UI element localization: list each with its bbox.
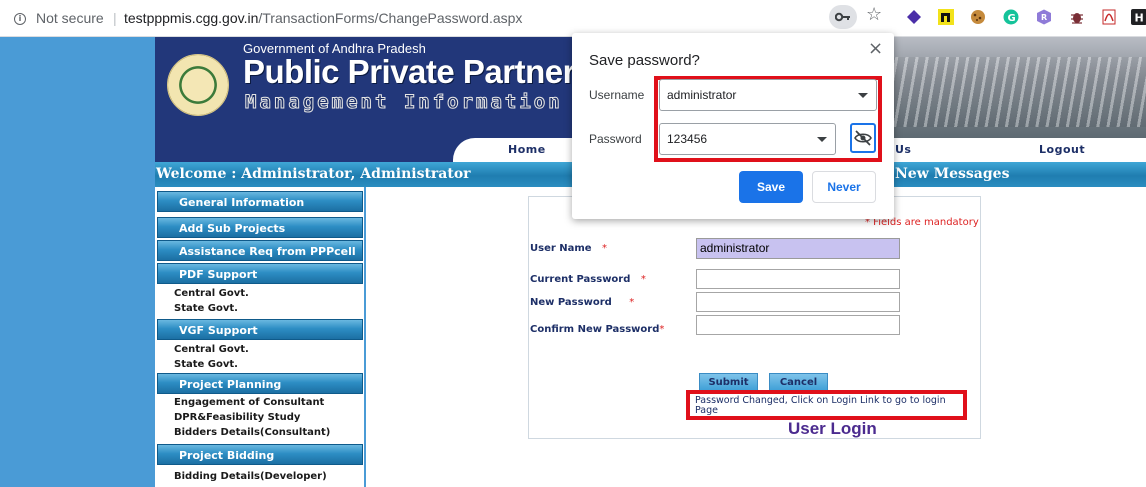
current-password-label-text: Current Password xyxy=(530,274,631,285)
confirm-password-label: Confirm New Password* xyxy=(530,324,664,335)
dialog-title: Save password? xyxy=(589,52,700,69)
extension-h-icon[interactable]: H xyxy=(1131,9,1146,25)
new-password-label: New Password * xyxy=(530,297,634,308)
required-mark: * xyxy=(640,274,646,285)
required-mark: * xyxy=(629,297,635,308)
new-password-label-text: New Password xyxy=(530,297,612,308)
extension-grammarly-icon[interactable]: G xyxy=(1003,9,1019,25)
confirm-password-label-text: Confirm New Password xyxy=(530,324,660,335)
extension-cookie-icon[interactable] xyxy=(970,9,986,25)
save-button[interactable]: Save xyxy=(739,171,803,203)
address-bar[interactable]: i Not secure | testpppmis.cgg.gov.in/Tra… xyxy=(0,4,892,33)
menu-label: VGF Support xyxy=(179,324,258,337)
chevron-down-icon xyxy=(858,93,868,98)
menu-pdf-support[interactable]: PDF Support xyxy=(157,263,363,284)
chevron-down-icon xyxy=(817,137,827,142)
nav-logout[interactable]: Logout xyxy=(1039,143,1085,156)
svg-text:G: G xyxy=(1008,13,1016,24)
user-login-link[interactable]: User Login xyxy=(788,419,877,439)
site-subtitle: Management Information Sy xyxy=(245,91,606,114)
username-select[interactable]: administrator xyxy=(659,79,877,111)
new-messages-link[interactable]: New Messages xyxy=(895,166,1009,182)
toggle-password-visibility-button[interactable] xyxy=(850,123,876,153)
vgf-state-govt-link[interactable]: State Govt. xyxy=(174,359,238,370)
menu-label: Add Sub Projects xyxy=(179,222,286,235)
password-label: Password xyxy=(589,132,642,146)
info-icon[interactable]: i xyxy=(14,13,26,25)
browser-toolbar: i Not secure | testpppmis.cgg.gov.in/Tra… xyxy=(0,0,1146,37)
not-secure-label[interactable]: Not secure xyxy=(36,10,104,26)
url-text[interactable]: testpppmis.cgg.gov.in/TransactionForms/C… xyxy=(124,10,522,26)
current-password-field[interactable] xyxy=(696,269,900,289)
nav-contact-us[interactable]: Us xyxy=(895,143,911,156)
vgf-central-govt-link[interactable]: Central Govt. xyxy=(174,344,249,355)
password-value: 123456 xyxy=(667,132,708,146)
extension-hexagon-icon[interactable]: R xyxy=(1036,9,1052,25)
engagement-of-consultant-link[interactable]: Engagement of Consultant xyxy=(174,397,324,408)
confirm-password-field[interactable] xyxy=(696,315,900,335)
extension-pdf-icon[interactable] xyxy=(1101,9,1117,25)
menu-label: Assistance Req from PPPcell xyxy=(179,245,356,258)
nav-home[interactable]: Home xyxy=(508,143,546,156)
site-title: Public Private Partners xyxy=(243,53,593,90)
password-select[interactable]: 123456 xyxy=(659,123,836,155)
menu-project-bidding[interactable]: Project Bidding xyxy=(157,444,363,465)
key-icon[interactable] xyxy=(829,5,857,29)
menu-label: PDF Support xyxy=(179,268,258,281)
never-button[interactable]: Never xyxy=(812,171,876,203)
close-icon[interactable]: × xyxy=(868,38,883,59)
menu-label: Project Planning xyxy=(179,378,282,391)
url-path: /TransactionForms/ChangePassword.aspx xyxy=(258,10,523,26)
svg-text:H: H xyxy=(1135,12,1144,25)
menu-label: Project Bidding xyxy=(179,449,275,462)
extension-diamond-icon[interactable] xyxy=(906,9,922,25)
new-password-field[interactable] xyxy=(696,292,900,312)
menu-assistance-req[interactable]: Assistance Req from PPPcell xyxy=(157,240,363,261)
extension-bug-icon[interactable] xyxy=(1069,9,1085,25)
menu-add-sub-projects[interactable]: Add Sub Projects xyxy=(157,217,363,238)
eye-off-icon xyxy=(854,130,872,146)
menu-vgf-support[interactable]: VGF Support xyxy=(157,319,363,340)
current-password-label: Current Password * xyxy=(530,274,646,285)
page-left-margin xyxy=(0,37,155,487)
url-separator: | xyxy=(113,10,117,26)
bidding-details-developer-link[interactable]: Bidding Details(Developer) xyxy=(174,471,327,482)
pdf-state-govt-link[interactable]: State Govt. xyxy=(174,303,238,314)
menu-project-planning[interactable]: Project Planning xyxy=(157,373,363,394)
menu-label: General Information xyxy=(179,196,305,209)
status-message-highlight: Password Changed, Click on Login Link to… xyxy=(686,390,967,420)
url-host: testpppmis.cgg.gov.in xyxy=(124,10,259,26)
dpr-feasibility-study-link[interactable]: DPR&Feasibility Study xyxy=(174,412,300,423)
user-name-label-text: User Name xyxy=(530,243,592,254)
password-changed-message: Password Changed, Click on Login Link to… xyxy=(695,395,946,416)
username-label: Username xyxy=(589,88,645,102)
welcome-text: Welcome : Administrator, Administrator xyxy=(156,166,471,182)
state-seal-logo xyxy=(167,54,229,116)
required-mark: * xyxy=(659,324,665,335)
required-mark: * xyxy=(602,243,608,254)
dam-spillway-texture xyxy=(875,57,1146,127)
bidders-details-consultant-link[interactable]: Bidders Details(Consultant) xyxy=(174,427,330,438)
bookmark-star-icon[interactable]: ☆ xyxy=(866,6,882,24)
user-name-field[interactable]: administrator xyxy=(696,238,900,259)
menu-general-information[interactable]: General Information xyxy=(157,191,363,212)
svg-text:R: R xyxy=(1041,13,1047,22)
pdf-central-govt-link[interactable]: Central Govt. xyxy=(174,288,249,299)
save-password-dialog: Save password? × Username administrator … xyxy=(572,33,894,219)
user-name-label: User Name * xyxy=(530,243,607,254)
extension-n-icon[interactable] xyxy=(938,9,954,25)
username-value: administrator xyxy=(667,88,737,102)
